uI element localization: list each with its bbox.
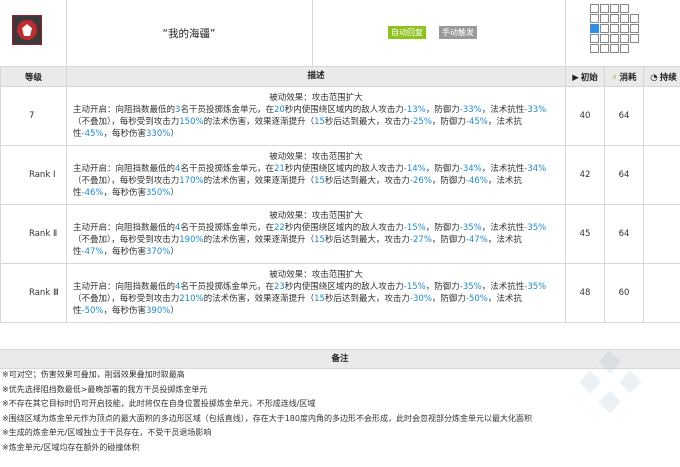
range-cell — [610, 44, 619, 53]
skill-tags: 自动回复 手动触发 — [312, 0, 566, 66]
col-cost-header: ⚡ 消耗 — [604, 66, 644, 87]
skill-page: “我的海疆” 自动回复 手动触发 等级 描述 ▶ 初始 ⚡ 消耗 ◔ 持续 7 被动效果… — [0, 0, 680, 467]
cost-cell: 64 — [604, 204, 644, 264]
table-row: Rank Ⅰ 被动效果：攻击范围扩大 主动开启：向阻挡数最低的4名干员投掷炼金单元，… — [0, 145, 680, 205]
skill-icon-cell — [0, 0, 67, 66]
range-cell — [620, 4, 629, 13]
range-cell — [590, 44, 599, 53]
col-init-header: ▶ 初始 — [565, 66, 605, 87]
cost-cell: 64 — [604, 86, 644, 146]
range-self-cell — [590, 24, 599, 33]
active-effect: 主动开启：向阻挡数最低的4名干员投掷炼金单元，在21秒内使围绕区域内的敌人攻击力… — [73, 163, 547, 199]
range-cell — [620, 34, 629, 43]
lightning-icon: ⚡ — [611, 72, 618, 83]
cost-cell: 60 — [604, 263, 644, 323]
col-level-header: 等级 — [0, 66, 67, 87]
passive-effect: 被动效果：攻击范围扩大 — [269, 210, 363, 221]
init-cell: 48 — [565, 263, 605, 323]
duration-cell — [643, 86, 680, 146]
active-effect: 主动开启：向阻挡数最低的3名干员投掷炼金单元，在20秒内使围绕区域内的敌人攻击力… — [73, 104, 547, 140]
range-cell — [600, 44, 609, 53]
range-cell — [610, 4, 619, 13]
init-cell: 45 — [565, 204, 605, 264]
range-cell — [600, 14, 609, 23]
skill-emblem-icon — [12, 15, 42, 45]
col-desc-header: 描述 — [66, 66, 566, 87]
range-cell — [610, 14, 619, 23]
note-item: ※优先选择阻挡数最低>最晚部署的我方干员投掷炼金单元 — [2, 384, 208, 394]
range-cell — [600, 24, 609, 33]
desc-cell: 被动效果：攻击范围扩大 主动开启：向阻挡数最低的3名干员投掷炼金单元，在20秒内使… — [66, 86, 566, 146]
note-item: ※生成的炼金单元/区域独立于干员存在，不受干员退场影响 — [2, 428, 212, 438]
range-cell — [630, 34, 639, 43]
range-cell — [590, 34, 599, 43]
table-row: Rank Ⅲ 被动效果：攻击范围扩大 主动开启：向阻挡数最低的4名干员投掷炼金单元，… — [0, 263, 680, 323]
range-cell — [610, 34, 619, 43]
duration-cell — [643, 263, 680, 323]
note-item: ※围绕区域为炼金单元作为顶点的最大面积的多边形区域（包括直线），存在大于180度… — [2, 413, 532, 423]
notes-list: ※可对空；伤害效果可叠加，削弱效果叠加时取最高 ※优先选择阻挡数最低>最晚部署的我… — [2, 368, 678, 456]
init-cell: 42 — [565, 145, 605, 205]
range-cell — [590, 14, 599, 23]
range-cell — [600, 4, 609, 13]
skill-level-table: 等级 描述 ▶ 初始 ⚡ 消耗 ◔ 持续 7 被动效果：攻击范围扩大 主动开启：向阻挡数最… — [0, 66, 680, 323]
tag-manual-trigger: 手动触发 — [439, 26, 477, 39]
range-cell — [630, 14, 639, 23]
passive-effect: 被动效果：攻击范围扩大 — [269, 269, 363, 280]
tag-auto-recovery: 自动回复 — [388, 26, 426, 39]
cost-cell: 64 — [604, 145, 644, 205]
play-icon: ▶ — [572, 72, 579, 83]
level-cell: Rank Ⅱ — [0, 204, 67, 264]
duration-cell — [643, 204, 680, 264]
table-row: Rank Ⅱ 被动效果：攻击范围扩大 主动开启：向阻挡数最低的4名干员投掷炼金单元，… — [0, 204, 680, 264]
range-cell — [610, 24, 619, 33]
col-duration-header: ◔ 持续 — [643, 66, 680, 87]
level-cell: Rank Ⅰ — [0, 145, 67, 205]
desc-cell: 被动效果：攻击范围扩大 主动开启：向阻挡数最低的4名干员投掷炼金单元，在23秒内使… — [66, 263, 566, 323]
active-effect: 主动开启：向阻挡数最低的4名干员投掷炼金单元，在22秒内使围绕区域内的敌人攻击力… — [73, 222, 547, 258]
clock-icon: ◔ — [650, 72, 658, 83]
range-cell — [620, 24, 629, 33]
table-row: 7 被动效果：攻击范围扩大 主动开启：向阻挡数最低的3名干员投掷炼金单元，在20秒内… — [0, 86, 680, 146]
passive-effect: 被动效果：攻击范围扩大 — [269, 151, 363, 162]
range-cell — [590, 4, 599, 13]
note-item: ※可对空；伤害效果可叠加，削弱效果叠加时取最高 — [2, 370, 185, 379]
note-item: ※不存在其它目标时仍可开启技能，此时将仅在自身位置投掷炼金单元，不形成连线/区域 — [2, 399, 316, 409]
skill-header: “我的海疆” 自动回复 手动触发 — [0, 0, 680, 67]
passive-effect: 被动效果：攻击范围扩大 — [269, 92, 363, 103]
duration-cell — [643, 145, 680, 205]
init-cell: 40 — [565, 86, 605, 146]
range-cell — [620, 44, 629, 53]
level-cell: Rank Ⅲ — [0, 263, 67, 323]
attack-range-grid — [565, 0, 680, 66]
range-cell — [630, 24, 639, 33]
active-effect: 主动开启：向阻挡数最低的4名干员投掷炼金单元，在23秒内使围绕区域内的敌人攻击力… — [73, 281, 547, 317]
desc-cell: 被动效果：攻击范围扩大 主动开启：向阻挡数最低的4名干员投掷炼金单元，在21秒内使… — [66, 145, 566, 205]
skill-name: “我的海疆” — [66, 0, 313, 66]
range-cell — [620, 14, 629, 23]
level-cell: 7 — [0, 86, 67, 146]
range-cell — [600, 34, 609, 43]
desc-cell: 被动效果：攻击范围扩大 主动开启：向阻挡数最低的4名干员投掷炼金单元，在22秒内使… — [66, 204, 566, 264]
note-item: ※炼金单元/区域均存在额外的碰撞体积 — [2, 442, 140, 452]
